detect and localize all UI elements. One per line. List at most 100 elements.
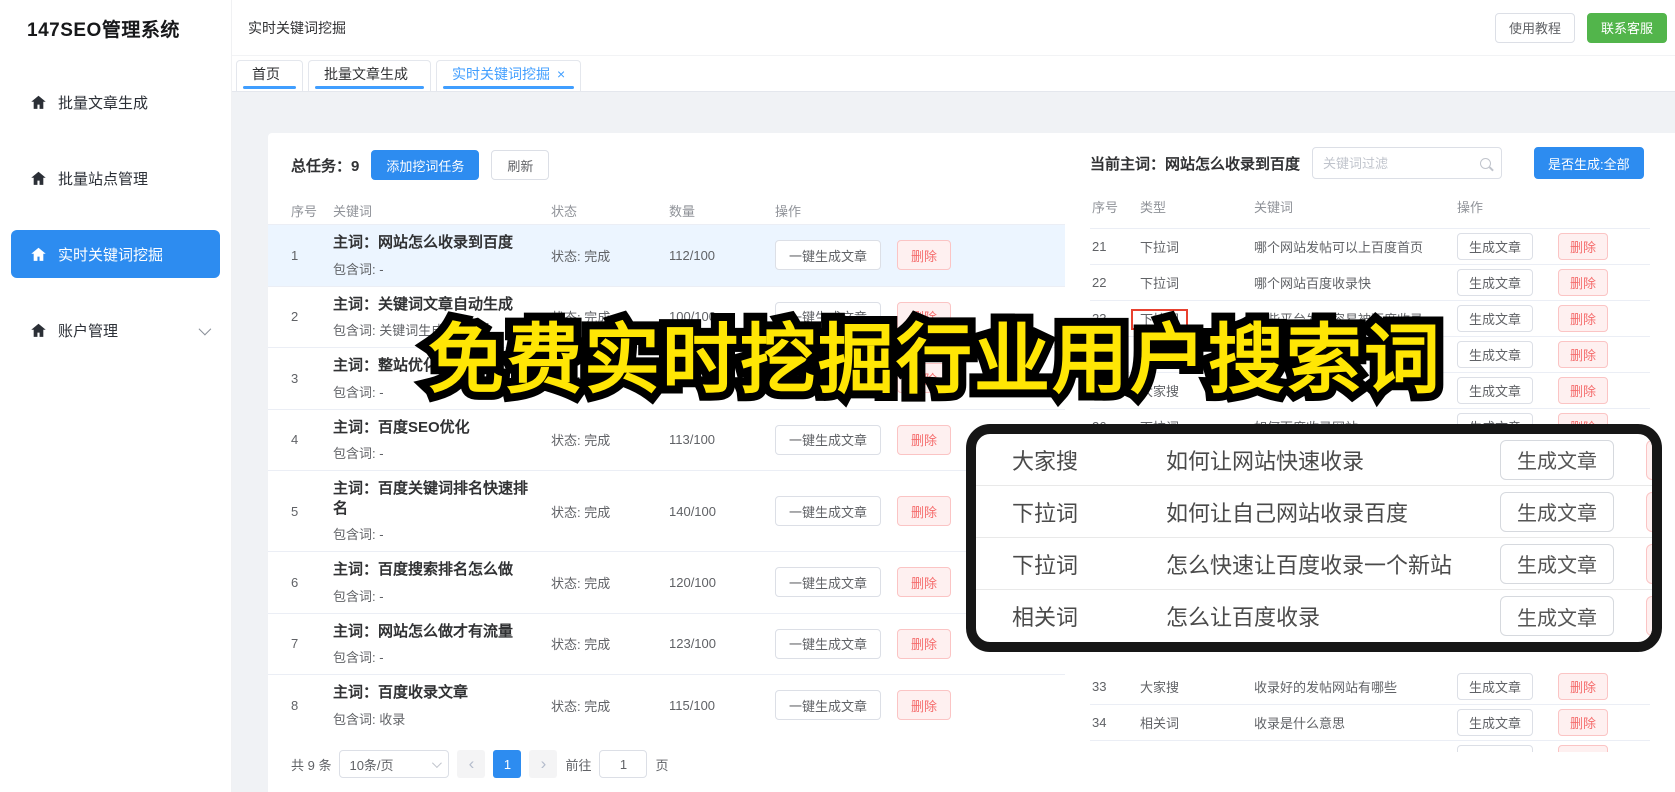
next-page-button[interactable]: › bbox=[529, 750, 558, 778]
generate-articles-button[interactable]: 一键生成文章 bbox=[775, 628, 882, 659]
table-row[interactable]: 25 大家搜 生成文章 删除 bbox=[1090, 373, 1650, 409]
row-index: 35 bbox=[1092, 751, 1140, 752]
table-row[interactable]: 22 下拉词 哪个网站百度收录快 生成文章 删除 bbox=[1090, 265, 1650, 301]
delete-button[interactable]: 删除 bbox=[1558, 341, 1609, 368]
chevron-down-icon bbox=[432, 757, 443, 768]
generate-articles-button[interactable]: 一键生成文章 bbox=[775, 690, 882, 721]
add-task-button[interactable]: 添加挖词任务 bbox=[371, 150, 480, 180]
page-number-button[interactable]: 1 bbox=[493, 750, 522, 778]
refresh-button[interactable]: 刷新 bbox=[491, 150, 550, 180]
table-row[interactable]: 4 主词：百度SEO优化 包含词: - 状态: 完成 113/100 一键生成文… bbox=[268, 408, 1065, 471]
table-row[interactable]: 5 主词：百度关键词排名快速排名 包含词: - 状态: 完成 140/100 一… bbox=[268, 470, 1065, 551]
tab[interactable]: 批量文章生成 bbox=[308, 60, 431, 91]
sidebar-item[interactable]: 批量文章生成 bbox=[11, 78, 220, 126]
total-count: 共 9 条 bbox=[291, 757, 332, 773]
contact-support-button[interactable]: 联系客服 bbox=[1586, 12, 1667, 43]
delete-button[interactable]: 删除 bbox=[1558, 269, 1609, 296]
sidebar-item[interactable]: 账户管理 bbox=[11, 306, 220, 354]
generate-article-button[interactable]: 生成文章 bbox=[1457, 377, 1534, 404]
delete-button[interactable]: 删除 bbox=[897, 628, 952, 659]
generate-article-button[interactable]: 生成文章 bbox=[1457, 233, 1534, 260]
prev-page-button[interactable]: ‹ bbox=[457, 750, 486, 778]
row-contains-words: 包含词: - bbox=[333, 650, 384, 665]
row-index: 4 bbox=[291, 432, 299, 448]
generate-articles-button[interactable]: 一键生成文章 bbox=[775, 496, 882, 526]
table-row[interactable]: 23 下拉词 哪些平台发文容易被百度收录 生成文章 删除 bbox=[1090, 301, 1650, 337]
help-tutorial-button[interactable]: 使用教程 bbox=[1494, 12, 1575, 43]
generate-article-button[interactable]: 生成文章 bbox=[1457, 709, 1534, 736]
table-row[interactable]: 1 主词：网站怎么收录到百度 包含词: - 状态: 完成 112/100 一键生… bbox=[268, 224, 1065, 286]
col-ops: 操作 bbox=[775, 203, 802, 219]
row-index: 21 bbox=[1092, 239, 1107, 254]
generate-article-button: 生成文章 bbox=[1500, 491, 1614, 532]
tab-bar: 首页 批量文章生成 实时关键词挖掘 × bbox=[232, 56, 1675, 92]
generate-articles-button[interactable]: 一键生成文章 bbox=[775, 363, 882, 394]
col-type: 类型 bbox=[1140, 200, 1167, 215]
row-main-keyword: 主词：关键词文章自动生成 bbox=[333, 295, 514, 313]
row-main-keyword: 主词：整站优化 bbox=[333, 357, 439, 374]
generate-article-button: 生成文章 bbox=[1500, 439, 1614, 480]
delete-button[interactable]: 删除 bbox=[897, 567, 952, 598]
row-status: 状态: 完成 bbox=[551, 371, 611, 387]
row-contains-words: 包含词: 关键词生成 bbox=[333, 323, 445, 338]
generate-article-button[interactable]: 生成文章 bbox=[1457, 269, 1534, 296]
table-row[interactable]: 8 主词：百度收录文章 包含词: 收录 状态: 完成 115/100 一键生成文… bbox=[268, 674, 1065, 736]
generate-article-button[interactable]: 生成文章 bbox=[1457, 305, 1534, 332]
tab-close-icon[interactable]: × bbox=[557, 66, 565, 82]
table-row[interactable]: 2 主词：关键词文章自动生成 包含词: 关键词生成 状态: 完成 100/100… bbox=[268, 285, 1065, 348]
table-row[interactable]: 3 主词：整站优化 包含词: - 状态: 完成 一键生成文章 删除 bbox=[268, 347, 1065, 409]
row-main-keyword: 主词：百度SEO优化 bbox=[333, 418, 470, 436]
keyword-text: 收录是什么意思 bbox=[1254, 716, 1346, 731]
generate-articles-button[interactable]: 一键生成文章 bbox=[775, 301, 882, 332]
generate-article-button[interactable]: 生成文章 bbox=[1457, 341, 1534, 368]
home-icon bbox=[31, 171, 46, 185]
zoomed-table-row: 相关词 怎么让百度收录 生成文章 删除 bbox=[976, 590, 1652, 642]
tab-label: 批量文章生成 bbox=[324, 66, 408, 82]
delete-button[interactable]: 删除 bbox=[897, 496, 952, 526]
table-row[interactable]: 7 主词：网站怎么做才有流量 包含词: - 状态: 完成 123/100 一键生… bbox=[268, 612, 1065, 675]
table-row[interactable]: 21 下拉词 哪个网站发帖可以上百度首页 生成文章 删除 bbox=[1090, 229, 1650, 265]
tab[interactable]: 实时关键词挖掘 × bbox=[436, 60, 582, 91]
generate-articles-button[interactable]: 一键生成文章 bbox=[775, 567, 882, 598]
generate-articles-button[interactable]: 一键生成文章 bbox=[775, 240, 882, 271]
keyword-text: 哪个网站百度收录快 bbox=[1254, 276, 1372, 291]
generate-articles-button[interactable]: 一键生成文章 bbox=[775, 424, 882, 455]
generate-article-button[interactable]: 生成文章 bbox=[1457, 673, 1534, 700]
keyword-filter-input[interactable] bbox=[1323, 155, 1475, 171]
table-row[interactable]: 33 大家搜 收录好的发帖网站有哪些 生成文章 删除 bbox=[1090, 669, 1650, 705]
delete-button[interactable]: 删除 bbox=[1558, 709, 1609, 736]
col-no: 序号 bbox=[291, 203, 318, 219]
delete-button[interactable]: 删除 bbox=[1558, 745, 1609, 752]
keyword-type: 下拉词 bbox=[1131, 309, 1189, 330]
page-size-select[interactable]: 10条/页 bbox=[339, 750, 450, 778]
table-row[interactable]: 35 下拉词 新站百度秒收录 生成文章 删除 bbox=[1090, 741, 1650, 752]
delete-button[interactable]: 删除 bbox=[897, 301, 952, 332]
table-row[interactable]: 24 下拉词 生成文章 删除 bbox=[1090, 337, 1650, 373]
keyword-text: 如何让网站快速收录 bbox=[1166, 448, 1365, 474]
table-row[interactable]: 34 相关词 收录是什么意思 生成文章 删除 bbox=[1090, 705, 1650, 741]
delete-button[interactable]: 删除 bbox=[1558, 673, 1609, 700]
tab-label: 实时关键词挖掘 bbox=[452, 66, 550, 82]
delete-button[interactable]: 删除 bbox=[1558, 377, 1609, 404]
delete-button[interactable]: 删除 bbox=[897, 363, 952, 394]
row-status: 状态: 完成 bbox=[551, 310, 611, 326]
table-row[interactable]: 6 主词：百度搜索排名怎么做 包含词: - 状态: 完成 120/100 一键生… bbox=[268, 551, 1065, 613]
sidebar-item[interactable]: 实时关键词挖掘 bbox=[11, 230, 220, 278]
goto-page-input[interactable] bbox=[599, 750, 648, 778]
keyword-type: 下拉词 bbox=[1140, 348, 1180, 363]
keyword-rows-top: 21 下拉词 哪个网站发帖可以上百度首页 生成文章 删除 22 下拉词 哪个网站… bbox=[1090, 229, 1650, 445]
home-icon bbox=[31, 323, 46, 337]
delete-button[interactable]: 删除 bbox=[897, 240, 952, 271]
delete-button[interactable]: 删除 bbox=[1558, 305, 1609, 332]
tab[interactable]: 首页 bbox=[236, 60, 303, 91]
sidebar-item-label: 实时关键词挖掘 bbox=[58, 246, 164, 264]
generate-article-button: 生成文章 bbox=[1500, 596, 1614, 636]
row-quantity: 113/100 bbox=[669, 432, 716, 448]
tab-underline bbox=[443, 86, 575, 89]
delete-button[interactable]: 删除 bbox=[897, 424, 952, 455]
delete-button[interactable]: 删除 bbox=[897, 690, 952, 721]
generate-filter-button[interactable]: 是否生成:全部 bbox=[1534, 147, 1644, 179]
generate-article-button[interactable]: 生成文章 bbox=[1457, 745, 1534, 752]
sidebar-item[interactable]: 批量站点管理 bbox=[11, 154, 220, 202]
delete-button[interactable]: 删除 bbox=[1558, 233, 1609, 260]
